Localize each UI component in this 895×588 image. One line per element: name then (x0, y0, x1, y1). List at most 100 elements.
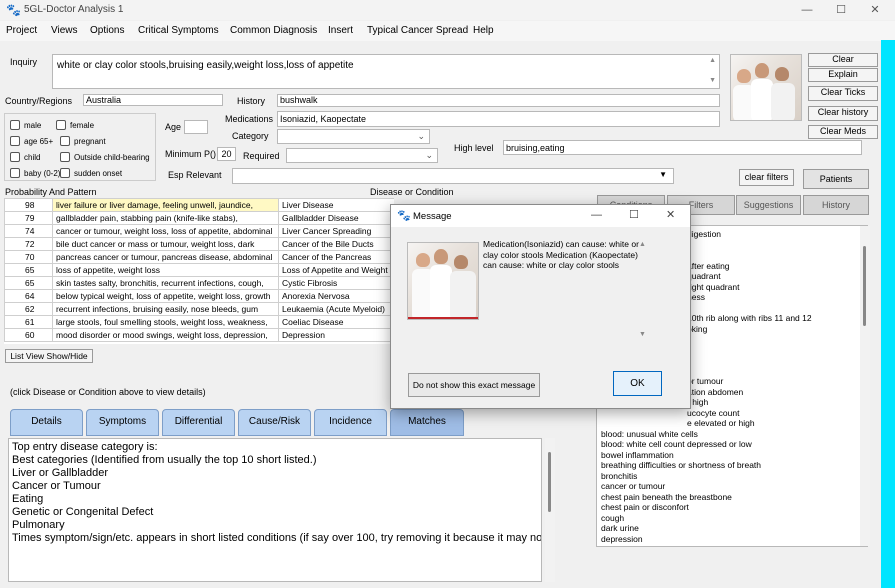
menu-views[interactable]: Views (51, 25, 78, 36)
scroll-down-icon[interactable]: ▼ (639, 331, 646, 338)
disease-cell[interactable]: Leukaemia (Acute Myeloid) (278, 302, 394, 316)
male-checkbox[interactable] (10, 120, 20, 130)
pregnant-label: pregnant (74, 137, 106, 146)
minimum-p-field[interactable]: 20 (217, 147, 236, 161)
tab-details[interactable]: Details (10, 409, 83, 436)
category-label: Category (232, 131, 269, 141)
scroll-down-icon[interactable]: ▼ (709, 77, 716, 84)
country-field[interactable]: Australia (83, 94, 223, 106)
esp-relevant-select[interactable]: ▼ (232, 168, 674, 184)
ok-button[interactable]: OK (613, 371, 662, 396)
outside-childbearing-checkbox[interactable] (60, 152, 70, 162)
disease-cell[interactable]: Liver Cancer Spreading (278, 224, 394, 238)
table-row[interactable]: 79 gallbladder pain, stabbing pain (knife… (4, 211, 394, 225)
tab-matches[interactable]: Matches (390, 409, 464, 436)
age65-checkbox[interactable] (10, 136, 20, 146)
list-item: cancer or tumour (601, 481, 666, 491)
tab-history[interactable]: History (803, 195, 869, 215)
close-button[interactable]: ✕ (852, 0, 895, 20)
table-row[interactable]: 61 large stools, foul smelling stools, we… (4, 315, 394, 329)
clear-meds-button[interactable]: Clear Meds (808, 125, 878, 139)
list-item: bronchitis (601, 470, 638, 481)
details-scrollbar[interactable] (545, 438, 555, 582)
explain-button[interactable]: Explain (808, 68, 878, 82)
history-field[interactable]: bushwalk (277, 94, 720, 107)
probability-cell: 62 (4, 302, 53, 316)
disease-cell[interactable]: Cystic Fibrosis (278, 276, 394, 290)
probability-cell: 79 (4, 211, 53, 225)
list-item: chest pain beneath the breastbone (601, 491, 732, 502)
pregnant-checkbox[interactable] (60, 136, 70, 146)
list-item: bowel inflammation (601, 449, 674, 460)
sudden-onset-checkbox[interactable] (60, 168, 70, 178)
required-select[interactable]: ⌄ (286, 148, 438, 163)
disease-cell[interactable]: Gallbladder Disease (278, 211, 394, 225)
chevron-down-icon: ⌄ (417, 131, 425, 141)
inquiry-input[interactable]: white or clay color stools,bruising easi… (52, 54, 720, 89)
table-row[interactable]: 65 loss of appetite, weight loss Loss of A… (4, 263, 394, 277)
patients-button[interactable]: Patients (803, 169, 869, 189)
menu-critical-symptoms[interactable]: Critical Symptoms (138, 25, 219, 36)
probability-cell: 65 (4, 263, 53, 277)
clear-ticks-button[interactable]: Clear Ticks (808, 86, 878, 101)
list-item: breathing difficulties or shortness of b… (601, 460, 762, 470)
table-row[interactable]: 70 pancreas cancer or tumour, pancreas di… (4, 250, 394, 264)
clear-button[interactable]: Clear (808, 53, 878, 67)
table-row[interactable]: 65 skin tastes salty, bronchitis, recurre… (4, 276, 394, 290)
history-label: History (237, 96, 266, 106)
menu-insert[interactable]: Insert (328, 25, 353, 36)
dialog-scrollbar[interactable]: ▲ ▼ (639, 241, 649, 341)
details-line: Times symptom/sign/etc. appears in short… (12, 532, 542, 544)
disease-cell[interactable]: Depression (278, 328, 394, 342)
dialog-maximize-button[interactable]: ☐ (629, 208, 639, 221)
table-row[interactable]: 64 below typical weight, loss of appetite… (4, 289, 394, 303)
disease-cell[interactable]: Liver Disease (278, 198, 394, 212)
pattern-cell: large stools, foul smelling stools, weig… (52, 315, 279, 329)
pattern-cell: skin tastes salty, bronchitis, recurrent… (52, 276, 279, 290)
dialog-close-button[interactable]: ✕ (666, 208, 675, 221)
scroll-up-icon[interactable]: ▲ (709, 57, 716, 64)
clear-history-button[interactable]: Clear history (808, 106, 878, 121)
baby-checkbox[interactable] (10, 168, 20, 178)
category-select[interactable]: ⌄ (277, 129, 430, 144)
table-row[interactable]: 72 bile duct cancer or mass or tumour, we… (4, 237, 394, 251)
probability-cell: 64 (4, 289, 53, 303)
list-view-toggle-button[interactable]: List View Show/Hide (5, 349, 93, 363)
tab-suggestions[interactable]: Suggestions (736, 195, 801, 215)
medications-field[interactable]: Isoniazid, Kaopectate (277, 111, 720, 127)
clear-filters-button[interactable]: clear filters (739, 169, 794, 186)
dont-show-button[interactable]: Do not show this exact message (408, 373, 540, 397)
disease-cell[interactable]: Anorexia Nervosa (278, 289, 394, 303)
menu-options[interactable]: Options (90, 25, 124, 36)
dialog-minimize-button[interactable]: — (591, 209, 602, 221)
disease-cell[interactable]: Cancer of the Bile Ducts (278, 237, 394, 251)
probability-cell: 70 (4, 250, 53, 264)
table-row[interactable]: 74 cancer or tumour, weight loss, loss of… (4, 224, 394, 238)
disease-cell[interactable]: Loss of Appetite and Weight (278, 263, 394, 277)
inquiry-label: Inquiry (10, 57, 38, 67)
matches-scrollbar[interactable] (860, 226, 870, 546)
tab-incidence[interactable]: Incidence (314, 409, 387, 436)
table-row[interactable]: 98 liver failure or liver damage, feeling… (4, 198, 394, 212)
results-table: 98 liver failure or liver damage, feeling… (4, 198, 394, 344)
table-row[interactable]: 60 mood disorder or mood swings, weight l… (4, 328, 394, 342)
menu-project[interactable]: Project (6, 25, 37, 36)
scroll-up-icon[interactable]: ▲ (639, 241, 646, 248)
tab-symptoms[interactable]: Symptoms (86, 409, 159, 436)
dialog-titlebar: 🐾 Message — ☐ ✕ (391, 205, 690, 227)
click-hint: (click Disease or Condition above to vie… (10, 387, 206, 397)
tab-cause-risk[interactable]: Cause/Risk (238, 409, 311, 436)
child-checkbox[interactable] (10, 152, 20, 162)
tab-differential[interactable]: Differential (162, 409, 235, 436)
disease-cell[interactable]: Coeliac Disease (278, 315, 394, 329)
menu-help[interactable]: Help (473, 25, 494, 36)
high-level-field[interactable]: bruising,eating (503, 140, 862, 155)
age-field[interactable] (184, 120, 208, 134)
menu-common-diagnosis[interactable]: Common Diagnosis (230, 25, 317, 36)
female-checkbox[interactable] (56, 120, 66, 130)
pattern-cell: cancer or tumour, weight loss, loss of a… (52, 224, 279, 238)
dialog-title: Message (413, 211, 452, 222)
table-row[interactable]: 62 recurrent infections, bruising easily,… (4, 302, 394, 316)
disease-cell[interactable]: Cancer of the Pancreas (278, 250, 394, 264)
menu-typical-cancer-spread[interactable]: Typical Cancer Spread (367, 25, 468, 36)
